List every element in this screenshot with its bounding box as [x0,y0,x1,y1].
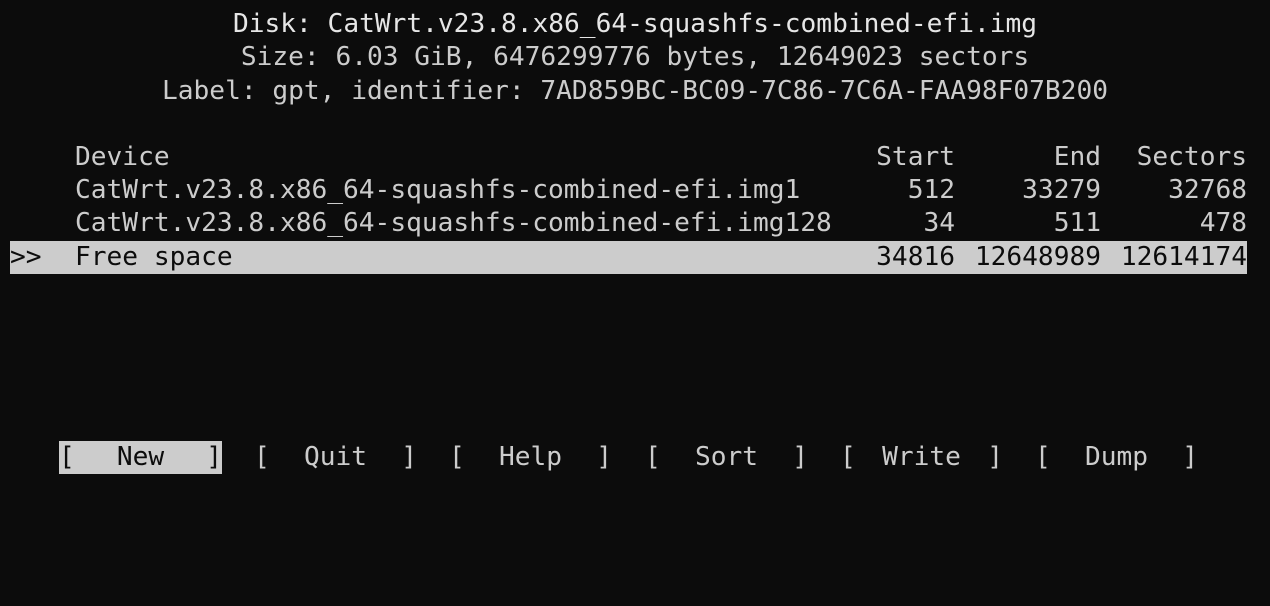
column-header-end: End [1053,142,1101,172]
bracket-close: ] [987,442,1003,472]
selection-marker: >> [10,242,42,272]
partition-device: CatWrt.v23.8.x86_64-squashfs-combined-ef… [75,208,832,238]
partition-start: 512 [907,175,955,205]
partition-sectors: 478 [1199,208,1247,238]
column-header-sectors: Sectors [1136,142,1247,172]
column-header-device: Device [75,142,170,172]
bracket-close: ] [792,442,808,472]
partition-sectors: 32768 [1168,175,1247,205]
write-button[interactable]: [ Write ] [840,441,1003,474]
help-button[interactable]: [ Help ] [449,441,612,474]
quit-button[interactable]: [ Quit ] [254,441,417,474]
partition-row[interactable]: CatWrt.v23.8.x86_64-squashfs-combined-ef… [10,174,1247,207]
sort-button-label: Sort [694,442,759,472]
disk-name: Disk: CatWrt.v23.8.x86_64-squashfs-combi… [232,9,1038,39]
disk-size: Size: 6.03 GiB, 6476299776 bytes, 126490… [240,42,1030,72]
new-button[interactable]: [ New ] [59,441,222,474]
free-space-row[interactable]: >> Free space 34816 12648989 12614174 [10,241,1247,274]
quit-button-label: Quit [303,442,368,472]
table-header: Device Start End Sectors [10,141,1247,174]
partition-end: 511 [1053,208,1101,238]
partition-end: 12648989 [974,242,1101,272]
bracket-close: ] [401,442,417,472]
column-header-start: Start [876,142,955,172]
partition-row[interactable]: CatWrt.v23.8.x86_64-squashfs-combined-ef… [10,207,1247,240]
partition-start: 34 [923,208,955,238]
dump-button[interactable]: [ Dump ] [1035,441,1198,474]
disk-label: Label: gpt, identifier: 7AD859BC-BC09-7C… [162,76,1108,106]
bracket-close: ] [1182,442,1198,472]
bracket-close: ] [206,442,222,472]
partition-sectors: 12614174 [1120,242,1247,272]
sort-button[interactable]: [ Sort ] [645,441,808,474]
partition-start: 34816 [876,242,955,272]
partition-device: CatWrt.v23.8.x86_64-squashfs-combined-ef… [75,175,801,205]
dump-button-label: Dump [1084,442,1149,472]
partition-device: Free space [75,242,233,272]
help-button-label: Help [498,442,563,472]
write-button-label: Write [882,442,961,472]
bracket-close: ] [596,442,612,472]
action-menu: [ New ] [ Quit ] [ Help ] [ Sort ] [ Wri… [0,441,1270,474]
new-button-label: New [116,442,165,472]
partition-end: 33279 [1022,175,1101,205]
